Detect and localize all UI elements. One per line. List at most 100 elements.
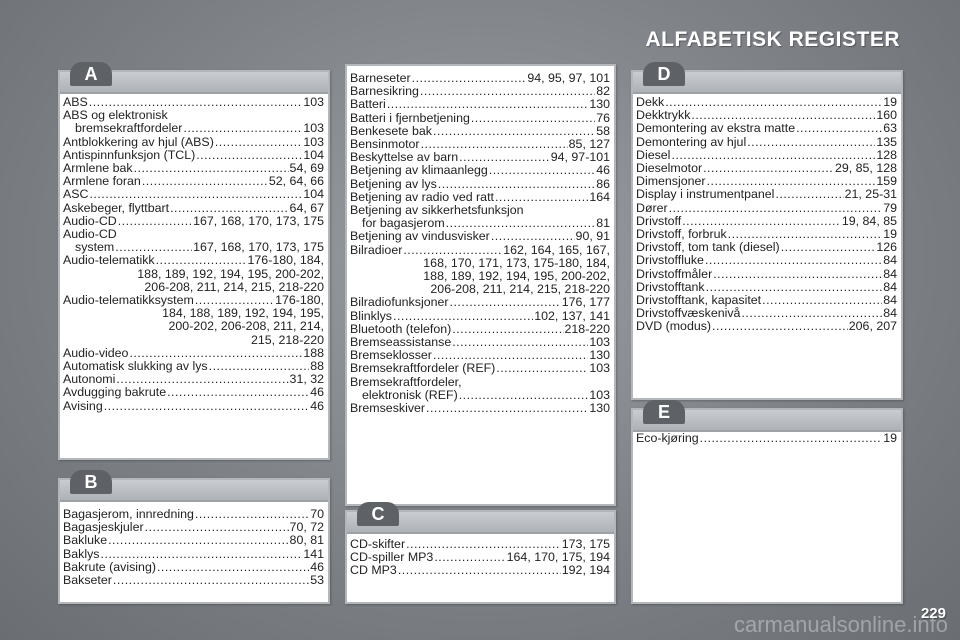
index-entry: Bremsekraftfordeler, [350, 374, 610, 389]
index-entry-pages: 19 [883, 431, 897, 445]
index-entry: Blinklys 102, 137, 141 [350, 308, 610, 323]
index-entry-pages: 79 [883, 200, 897, 215]
section-c-entries: CD-skifter173, 175CD-spiller MP3164, 170… [347, 537, 614, 578]
section-c-panel: C CD-skifter173, 175CD-spiller MP3164, 1… [345, 502, 616, 604]
section-letter-a: A [70, 62, 112, 86]
index-entry-pages: 176-180, 184, [247, 253, 324, 268]
dot-leader [167, 386, 309, 399]
index-entry-pages: 176, 177 [561, 295, 610, 310]
index-entry-term: Bilradioer [350, 242, 403, 257]
index-entry-pages: 21, 25-31 [844, 187, 897, 202]
index-entry-term: Display i instrumentpanel [636, 187, 775, 202]
index-entry: Barnesikring82 [350, 85, 610, 98]
index-entry-term: Askebeger, flyttbart [63, 200, 170, 215]
dot-leader [434, 551, 505, 564]
index-entry-term: Eco-kjøring [636, 431, 699, 445]
index-entry-term: Batteri i fjernbetjening [350, 110, 470, 125]
index-entry-pages-continued: 188, 189, 192, 194, 195, 200-202, [137, 266, 324, 281]
section-b-entries: Bagasjerom, innredning70Bagasjeskjuler70… [60, 507, 328, 587]
dot-leader [452, 323, 563, 336]
index-entry-pages: 103 [589, 361, 610, 376]
index-entry-pages: 130 [589, 401, 610, 416]
index-entry: Betjening av vindusvisker 90, 91 [350, 230, 610, 243]
index-entry: Dører 79 [636, 200, 897, 215]
dot-leader [700, 432, 883, 445]
index-entry-pages: 64, 67 [289, 200, 324, 215]
index-entry-pages: 86 [596, 176, 610, 191]
section-letter-b: B [70, 470, 112, 494]
dot-leader [459, 389, 589, 402]
dot-leader [703, 162, 834, 175]
index-entry-term: Drivstoffmåler [636, 266, 713, 281]
dot-leader [796, 122, 882, 135]
index-entry-term: Audio-telematikk [63, 253, 155, 268]
section-e-entries: Eco-kjøring 19 [633, 431, 901, 445]
section-letter-e: E [643, 400, 685, 424]
dot-leader [142, 175, 268, 188]
index-entry-pages: 63 [883, 121, 897, 136]
index-entry-pages: 167, 168, 170, 173, 175 [193, 213, 324, 228]
index-entry: Avdugging bakrute 46 [63, 386, 324, 399]
dot-leader [145, 521, 289, 534]
index-entry-term: Bremsekraftfordeler, [350, 374, 462, 389]
index-entry-term: Baklys [63, 546, 100, 561]
dot-leader [762, 294, 882, 307]
index-entry-pages: 46 [596, 163, 610, 178]
index-entry-term: Bremseskiver [350, 401, 426, 416]
section-letter-c: C [357, 502, 399, 526]
index-entry: Bakseter 53 [63, 573, 324, 587]
index-entry: Display i instrumentpanel 21, 25-31 [636, 188, 897, 201]
dot-leader [398, 564, 561, 577]
dot-leader [669, 202, 883, 215]
index-entry-pages: 103 [303, 134, 324, 149]
index-entry: Eco-kjøring 19 [636, 431, 897, 445]
index-entry-term: ASC [63, 187, 89, 202]
index-entry-pages: 130 [589, 97, 610, 112]
dot-leader [438, 178, 595, 191]
index-entry-pages: 135 [876, 134, 897, 149]
dot-leader [183, 122, 302, 135]
page-title: ALFABETISK REGISTER [645, 28, 900, 51]
index-entry-term: Bakluke [63, 533, 108, 548]
index-entry-term: Dører [636, 200, 668, 215]
section-letter-d: D [643, 62, 685, 86]
index-entry-pages: 80, 81 [289, 533, 324, 548]
index-entry-term: Drivstoffluke [636, 253, 704, 268]
index-entry: Demontering av ekstra matte 63 [636, 122, 897, 135]
dot-leader [113, 574, 309, 587]
dot-leader [781, 241, 876, 254]
dot-leader [393, 310, 533, 323]
section-a-panel: A ABS103ABS og elektroniskbremsekraftfor… [58, 62, 330, 460]
index-entry-pages: 141 [303, 546, 324, 561]
dot-leader [665, 96, 882, 109]
index-entry-pages: 162, 164, 165, 167, [503, 242, 610, 257]
dot-leader [426, 402, 588, 415]
index-entry: CD MP3 192, 194 [350, 564, 610, 577]
index-entry: Batteri i fjernbetjening 76 [350, 110, 610, 125]
index-entry: Drivstoffluke 84 [636, 254, 897, 267]
dot-leader [489, 164, 595, 177]
dot-leader [170, 202, 288, 215]
index-entry-pages: 104 [303, 187, 324, 202]
index-entry: Bakluke 80, 81 [63, 534, 324, 547]
section-a-entries: ABS103ABS og elektroniskbremsekraftforde… [60, 95, 328, 413]
dot-leader [104, 400, 309, 413]
dot-leader [387, 98, 589, 111]
dot-leader [156, 254, 247, 267]
dot-leader [747, 136, 875, 149]
index-entry-term: bremsekraftfordeler [75, 121, 183, 136]
section-b-continued-entries: Barneseter94, 95, 97, 101Barnesikring82B… [347, 71, 614, 416]
index-entry-term: Bremsekraftfordeler (REF) [350, 361, 496, 376]
index-entry-pages: 84 [883, 253, 897, 268]
dot-leader [196, 149, 302, 162]
index-entry-term: Betjening av lys [350, 176, 437, 191]
index-entry: Bilradioer162, 164, 165, 167,168, 170, 1… [350, 242, 610, 297]
index-entry: Batteri 130 [350, 98, 610, 111]
index-entry-pages: 84 [883, 266, 897, 281]
dot-leader [496, 362, 588, 375]
index-entry: Audio-telematikksystem176-180,184, 188, … [63, 293, 324, 347]
index-entry-term: Blinklys [350, 308, 392, 323]
index-entry-term: Betjening av vindusvisker [350, 229, 490, 244]
dot-leader [775, 188, 843, 201]
index-entry: Betjening av lys 86 [350, 176, 610, 191]
